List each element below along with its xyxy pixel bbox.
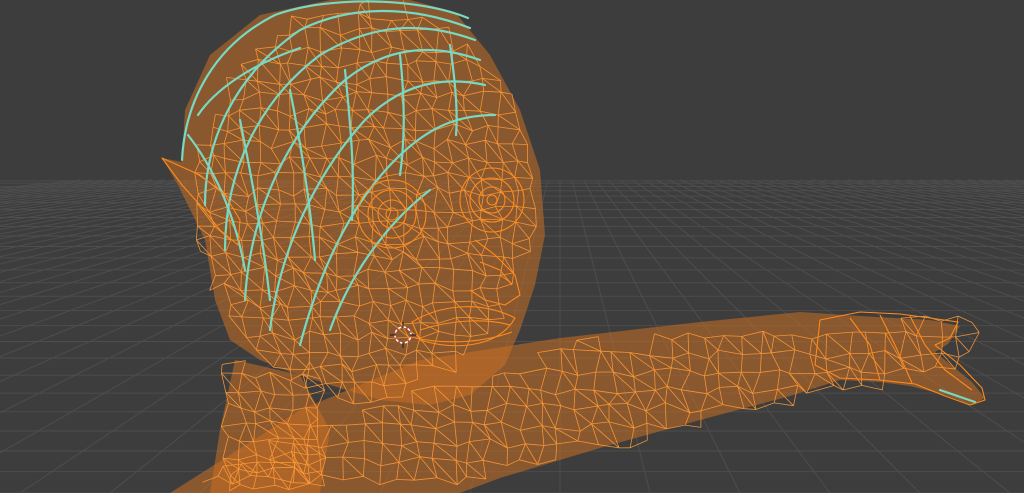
- grid-line: [0, 179, 189, 205]
- mesh-edge: [968, 332, 980, 352]
- mesh-edge: [308, 389, 325, 395]
- mesh-edge: [744, 408, 757, 410]
- mesh-edge: [273, 466, 295, 469]
- mesh-edge: [257, 461, 275, 463]
- mesh-edge: [497, 126, 499, 144]
- mesh-edge: [308, 352, 310, 370]
- mesh-edge: [958, 351, 970, 358]
- mesh-edge: [274, 394, 294, 396]
- mesh-edge: [685, 424, 701, 428]
- mesh-edge: [309, 157, 327, 159]
- mesh-edge: [289, 93, 291, 117]
- mesh-edge: [292, 394, 309, 396]
- mesh-edge: [316, 407, 319, 420]
- mesh-edge: [717, 350, 719, 374]
- mesh-edge: [196, 225, 198, 240]
- mesh-edge: [971, 322, 980, 333]
- mesh-edge: [687, 332, 689, 353]
- mesh-edge: [423, 175, 434, 177]
- mesh-edge: [541, 403, 543, 426]
- grid-line: [1003, 179, 1024, 183]
- mesh-edge: [246, 422, 256, 424]
- mesh-edge: [600, 350, 611, 353]
- mesh-edge: [336, 275, 354, 277]
- mesh-edge: [293, 482, 310, 484]
- mesh-edge: [221, 364, 223, 374]
- viewport-canvas[interactable]: [0, 0, 1024, 493]
- mesh-edge: [435, 52, 437, 62]
- mesh-edge: [336, 253, 338, 277]
- mesh-edge: [342, 456, 344, 480]
- mesh-edge: [383, 127, 404, 129]
- mesh-edge: [433, 148, 435, 163]
- grid-line: [955, 179, 1024, 189]
- mesh-edge: [833, 385, 844, 391]
- mesh-edge: [957, 315, 973, 323]
- grid-line: [967, 179, 1024, 188]
- mesh-edge: [843, 385, 862, 391]
- grid-line: [0, 179, 141, 197]
- grid-line: [0, 179, 153, 199]
- grid-line: [0, 179, 165, 201]
- 3d-viewport[interactable]: [0, 0, 1024, 493]
- mesh-edge: [196, 203, 198, 227]
- mesh-edge: [363, 440, 365, 459]
